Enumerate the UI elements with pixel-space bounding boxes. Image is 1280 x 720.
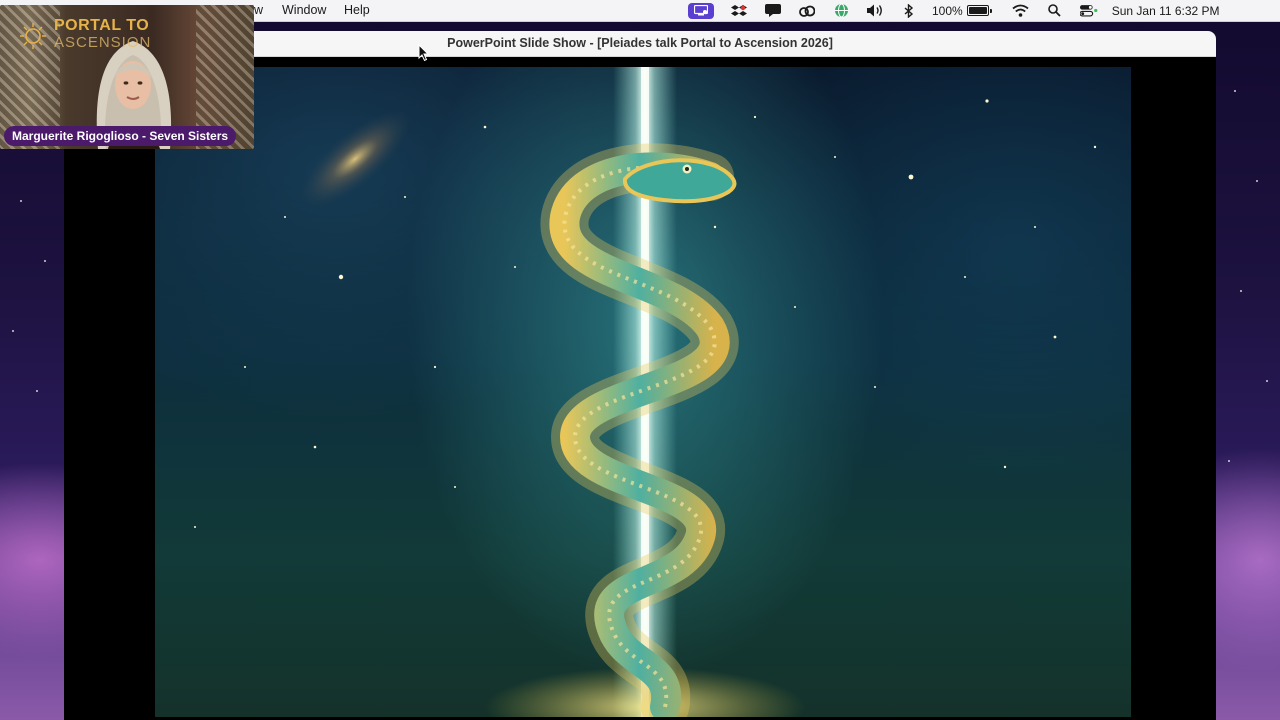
sun-emblem-icon	[20, 23, 46, 49]
star	[44, 260, 46, 262]
logo-text-line2: ASCENSION	[54, 34, 152, 51]
battery-status[interactable]: 100%	[932, 4, 992, 18]
battery-icon	[966, 5, 989, 16]
webcam-video-tile[interactable]: PORTAL TO ASCENSION Marguerite Rigoglios…	[0, 5, 254, 149]
battery-percent: 100%	[932, 3, 963, 18]
star	[20, 200, 22, 202]
message-icon[interactable]	[764, 3, 782, 19]
screen-share-icon[interactable]	[688, 2, 714, 19]
control-center-icon[interactable]	[1079, 3, 1098, 19]
menu-clock[interactable]: Sun Jan 11 6:32 PM	[1112, 4, 1220, 18]
portal-to-ascension-logo: PORTAL TO ASCENSION	[18, 17, 178, 57]
wifi-icon[interactable]	[1012, 3, 1030, 19]
star	[1256, 180, 1258, 182]
participant-nameplate: Marguerite Rigoglioso - Seven Sisters	[4, 126, 237, 146]
bluetooth-icon[interactable]	[900, 3, 918, 19]
serpent-staff-artwork	[194, 67, 1097, 717]
logo-text-line1: PORTAL TO	[54, 17, 150, 34]
globe-icon[interactable]	[832, 3, 850, 19]
menu-help[interactable]: Help	[344, 3, 370, 17]
dropbox-icon[interactable]	[730, 3, 748, 19]
star	[1266, 380, 1268, 382]
star	[1228, 460, 1230, 462]
slide-image[interactable]	[155, 67, 1131, 717]
mouse-cursor-icon	[418, 44, 430, 62]
creative-cloud-icon[interactable]	[798, 3, 816, 19]
menu-view[interactable]: w	[254, 3, 263, 17]
menu-window[interactable]: Window	[282, 3, 326, 17]
star	[1234, 90, 1236, 92]
search-icon[interactable]	[1046, 3, 1064, 19]
star	[12, 330, 14, 332]
status-bar: 100% Sun Jan 11 6:32 PM	[680, 0, 1220, 21]
speaker-icon[interactable]	[866, 3, 884, 19]
star	[36, 390, 38, 392]
star	[1240, 290, 1242, 292]
